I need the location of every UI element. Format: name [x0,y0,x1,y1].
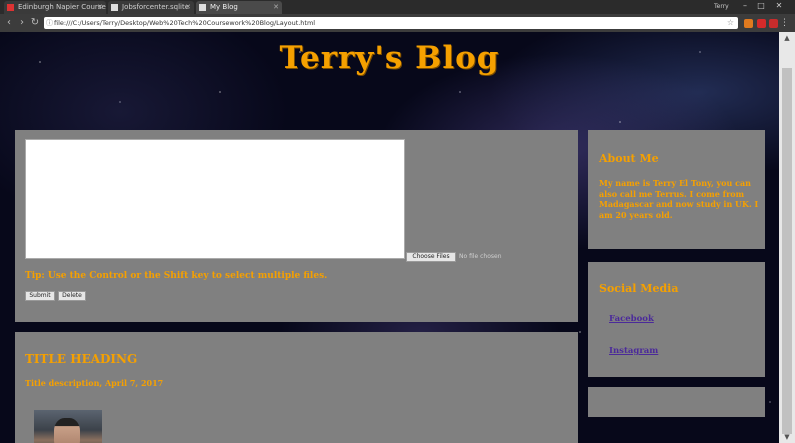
portrait-figure [54,418,80,443]
document-favicon-icon [111,4,118,11]
tab-napier-courses[interactable]: Edinburgh Napier Courses ✕ [4,1,106,14]
blog-page: Terry's Blog Choose Files No file chosen… [0,32,779,443]
upload-tip: Tip: Use the Control or the Shift key to… [25,271,328,281]
no-file-chosen-text: No file chosen [459,253,502,260]
scroll-thumb[interactable] [782,68,792,434]
url-text: file:///C:/Users/Terry/Desktop/Web%20Tec… [54,19,316,27]
napier-favicon-icon [7,4,14,11]
back-arrow-icon[interactable]: ‹ [2,16,16,30]
social-heading: Social Media [599,282,679,295]
document-favicon-icon [199,4,206,11]
post-description: Title description, April 7, 2017 [25,378,164,388]
upload-card: Choose Files No file chosen Tip: Use the… [15,130,578,322]
browser-menu-icon[interactable]: ⋮ [780,17,789,29]
forward-arrow-icon[interactable]: › [15,16,29,30]
instagram-link[interactable]: Instagram [609,346,658,356]
address-field[interactable]: ⓘ file:///C:/Users/Terry/Desktop/Web%20T… [44,17,738,29]
reload-icon[interactable]: ↻ [28,16,42,30]
about-heading: About Me [599,152,659,165]
submit-button[interactable]: Submit [25,291,55,301]
post-textarea[interactable] [25,139,405,259]
scroll-down-icon[interactable]: ▼ [779,431,795,443]
choose-files-button[interactable]: Choose Files [406,252,456,262]
sidebar-card [588,387,765,417]
tab-my-blog[interactable]: My Blog ✕ [196,1,282,14]
post-heading: TITLE HEADING [25,352,138,366]
extension-icon[interactable] [757,19,766,28]
about-card: About Me My name is Terry El Tony, you c… [588,130,765,249]
delete-button[interactable]: Delete [58,291,86,301]
close-tab-icon[interactable]: ✕ [185,1,191,14]
post-card: TITLE HEADING Title description, April 7… [15,332,578,443]
address-toolbar: ‹ › ↻ ⓘ file:///C:/Users/Terry/Desktop/W… [0,14,795,32]
browser-tab-bar: Edinburgh Napier Courses ✕ Jobsforcenter… [0,0,795,14]
tab-label: My Blog [210,3,238,11]
close-tab-icon[interactable]: ✕ [273,1,279,14]
minimize-icon[interactable]: – [738,0,752,14]
close-window-icon[interactable]: ✕ [772,0,786,14]
post-image [34,410,102,443]
extension-icon[interactable] [769,19,778,28]
extension-icon[interactable] [744,19,753,28]
maximize-icon[interactable]: □ [754,0,768,14]
tab-label: Jobsforcenter.sqlite [122,3,190,11]
tab-sqlite-file[interactable]: Jobsforcenter.sqlite ✕ [108,1,194,14]
bookmark-star-icon[interactable]: ☆ [727,17,734,29]
close-tab-icon[interactable]: ✕ [97,1,103,14]
tab-label: Edinburgh Napier Courses [18,3,106,11]
scroll-up-icon[interactable]: ▲ [779,32,795,44]
file-info-icon[interactable]: ⓘ [46,17,53,29]
blog-title: Terry's Blog [279,40,500,76]
facebook-link[interactable]: Facebook [609,314,654,324]
social-card: Social Media Facebook Instagram [588,262,765,377]
page-scrollbar[interactable]: ▲ ▼ [779,32,795,443]
profile-name[interactable]: Terry [714,1,729,13]
about-text: My name is Terry El Tony, you can also c… [599,178,759,220]
